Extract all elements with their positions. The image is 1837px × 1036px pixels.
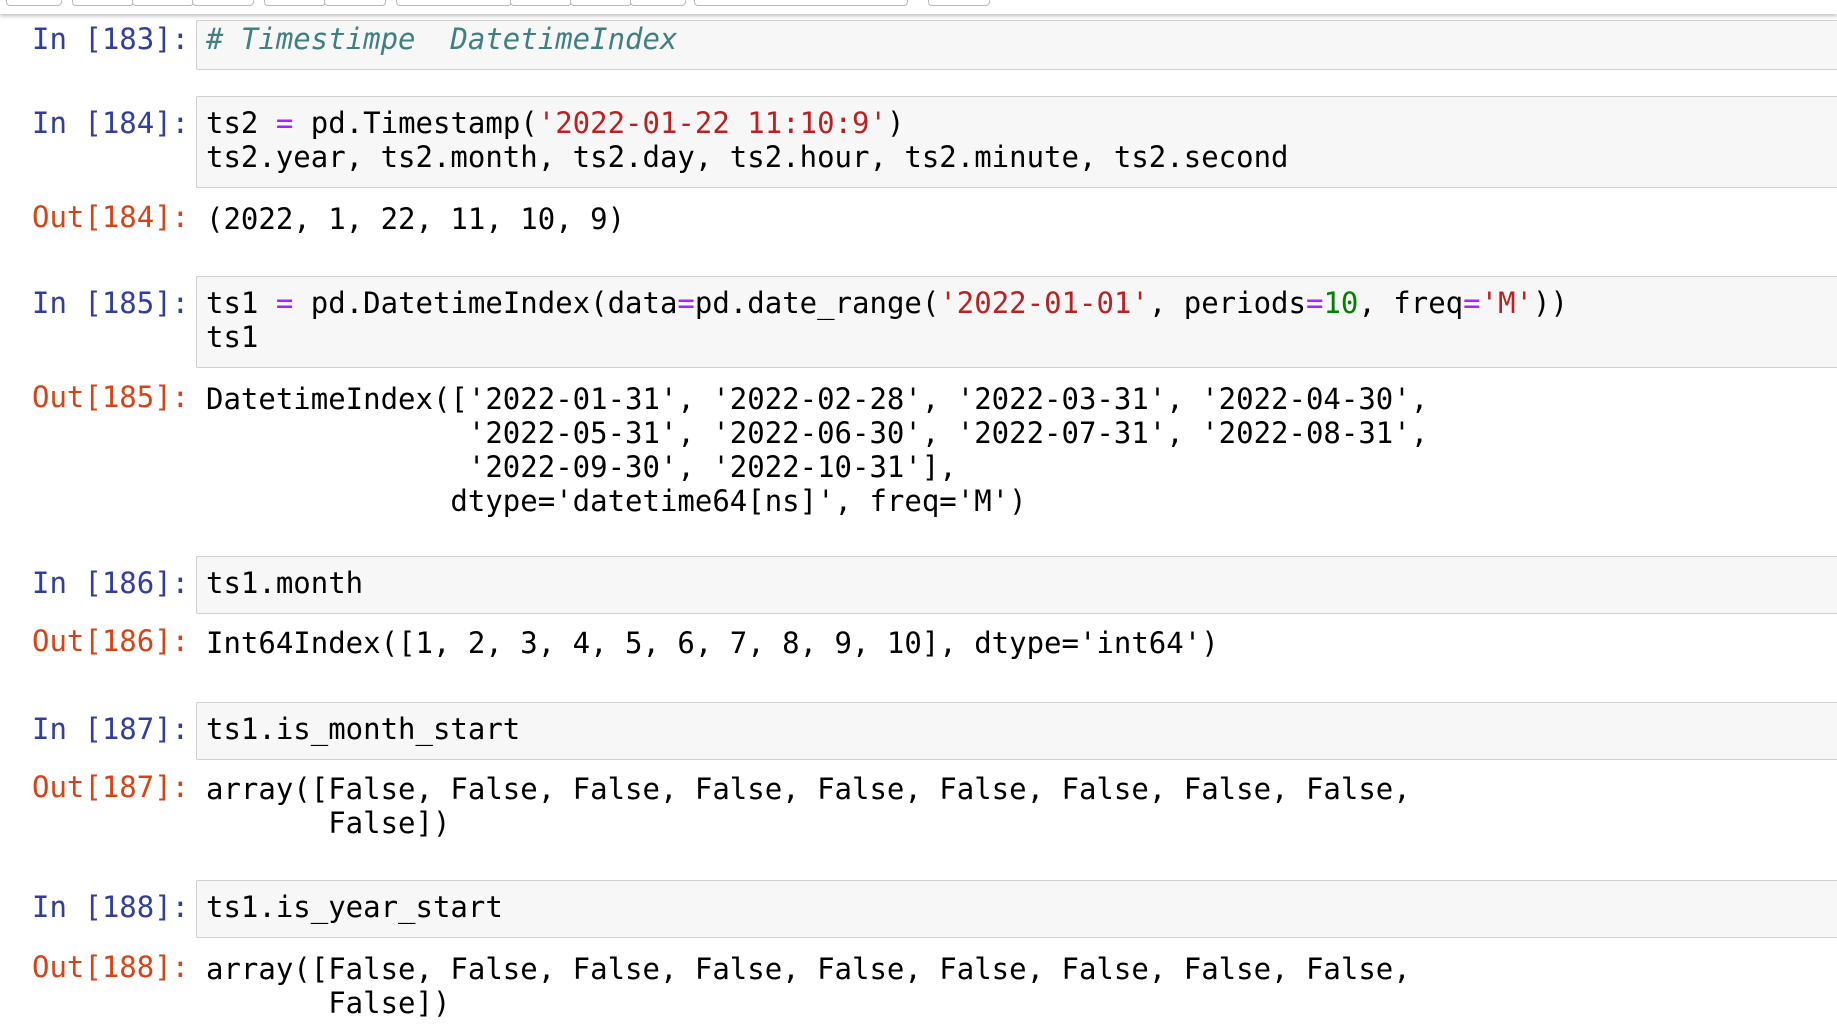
input-prompt: In [183]:	[32, 22, 190, 56]
toolbar-button[interactable]	[72, 0, 134, 6]
toolbar-button[interactable]	[6, 0, 62, 6]
toolbar-button[interactable]	[264, 0, 326, 6]
code-token: , periods	[1148, 286, 1306, 320]
toolbar-button[interactable]	[570, 0, 632, 6]
code-token-number: 10	[1323, 286, 1359, 320]
code-token: , freq	[1358, 286, 1464, 320]
output-prompt: Out[185]:	[32, 380, 190, 414]
code-token-string: 'M'	[1480, 286, 1533, 320]
code-token: ts2	[206, 106, 276, 140]
toolbar-button[interactable]	[510, 0, 572, 6]
code-text[interactable]: ts1.month	[206, 566, 363, 600]
cell-output: DatetimeIndex(['2022-01-31', '2022-02-28…	[206, 382, 1429, 518]
code-token-string: '2022-01-22 11:10:9'	[537, 106, 887, 140]
code-token-operator: =	[677, 286, 695, 320]
output-prompt: Out[188]:	[32, 950, 190, 984]
code-text[interactable]: ts1.is_month_start	[206, 712, 520, 746]
output-prompt: Out[187]:	[32, 770, 190, 804]
code-token: pd.Timestamp(	[293, 106, 538, 140]
input-prompt: In [184]:	[32, 106, 190, 140]
code-token: ts1.is_month_start	[206, 712, 521, 746]
code-token-comment: # Timestimpe DatetimeIndex	[206, 22, 678, 56]
code-token: ts1.is_year_start	[206, 890, 503, 924]
toolbar-button[interactable]	[192, 0, 254, 6]
toolbar-button[interactable]	[396, 0, 512, 6]
code-text[interactable]: # Timestimpe DatetimeIndex	[206, 22, 677, 56]
toolbar-button[interactable]	[630, 0, 686, 6]
toolbar-button[interactable]	[132, 0, 194, 6]
code-token: ts1	[206, 286, 276, 320]
input-prompt: In [186]:	[32, 566, 190, 600]
notebook-toolbar	[0, 0, 1837, 14]
code-text[interactable]: ts1 = pd.DatetimeIndex(data=pd.date_rang…	[206, 286, 1568, 354]
toolbar-button[interactable]	[324, 0, 386, 6]
code-text[interactable]: ts2 = pd.Timestamp('2022-01-22 11:10:9')…	[206, 106, 1289, 174]
input-prompt: In [188]:	[32, 890, 190, 924]
input-prompt: In [185]:	[32, 286, 190, 320]
toolbar-button[interactable]	[928, 0, 990, 6]
code-token: pd.date_range(	[694, 286, 940, 320]
code-token-operator: =	[275, 286, 294, 320]
cell-output: array([False, False, False, False, False…	[206, 952, 1411, 1020]
input-prompt: In [187]:	[32, 712, 190, 746]
code-input-area[interactable]	[196, 556, 1837, 614]
code-token-operator: =	[1463, 286, 1481, 320]
code-token-string: '2022-01-01'	[939, 286, 1149, 320]
code-token: pd.DatetimeIndex(data	[293, 286, 678, 320]
output-prompt: Out[186]:	[32, 624, 190, 658]
code-token: ts1.month	[206, 566, 364, 600]
code-token-operator: =	[1305, 286, 1324, 320]
cell-output: array([False, False, False, False, False…	[206, 772, 1411, 840]
code-text[interactable]: ts1.is_year_start	[206, 890, 503, 924]
output-prompt: Out[184]:	[32, 200, 190, 234]
cell-output: (2022, 1, 22, 11, 10, 9)	[206, 202, 626, 236]
cell-type-select[interactable]	[694, 0, 908, 6]
cell-output: Int64Index([1, 2, 3, 4, 5, 6, 7, 8, 9, 1…	[206, 626, 1219, 660]
code-token-operator: =	[275, 106, 294, 140]
